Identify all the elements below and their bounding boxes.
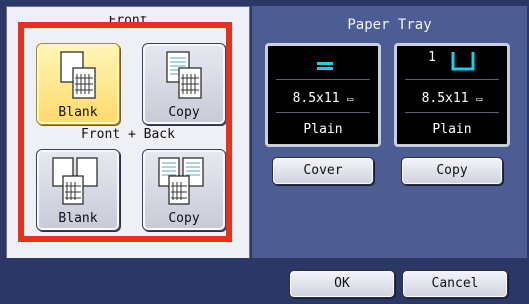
tray-copy-size-value: 8.5x11	[421, 91, 469, 106]
paper-tray-title: Paper Tray	[347, 17, 432, 33]
copier-screen: Front Blank Copy Front + Back Blank Copy…	[0, 0, 529, 304]
cover-tray-button[interactable]: Cover	[272, 157, 374, 185]
tray-divider	[405, 112, 499, 113]
ok-button[interactable]: OK	[289, 270, 395, 298]
tray-divider	[276, 79, 370, 80]
tray-number: 1	[428, 49, 436, 65]
tray-copy-size: 8.5x11 ▭	[397, 91, 507, 106]
cancel-button[interactable]: Cancel	[402, 270, 508, 298]
tray-1-icon	[451, 52, 475, 71]
tray-divider	[276, 112, 370, 113]
selection-highlight-frame	[18, 22, 232, 242]
tray-1-indicator: 1	[397, 50, 507, 76]
tray-cover-size: 8.5x11 ▭	[268, 91, 378, 106]
tray-cover-size-value: 8.5x11	[292, 91, 340, 106]
tray-divider	[405, 79, 499, 80]
tray-display-copy[interactable]: 1 8.5x11 ▭ Plain	[394, 43, 510, 147]
paper-orientation-icon: ▭	[476, 94, 483, 105]
copy-tray-button[interactable]: Copy	[401, 157, 503, 185]
paper-stack-icon	[317, 62, 333, 70]
tray-cover-type: Plain	[303, 122, 343, 137]
tray-display-cover[interactable]: 8.5x11 ▭ Plain	[265, 43, 381, 147]
tray-copy-type: Plain	[432, 122, 472, 137]
paper-orientation-icon: ▭	[347, 94, 354, 105]
